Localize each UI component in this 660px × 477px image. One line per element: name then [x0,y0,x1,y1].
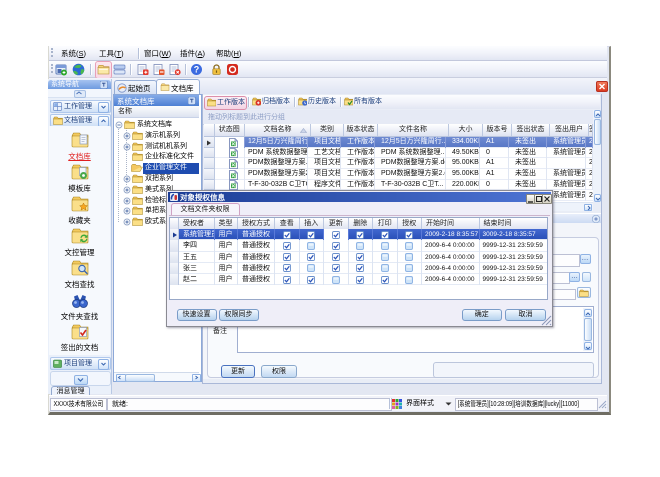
svg-text:?: ? [194,65,200,75]
